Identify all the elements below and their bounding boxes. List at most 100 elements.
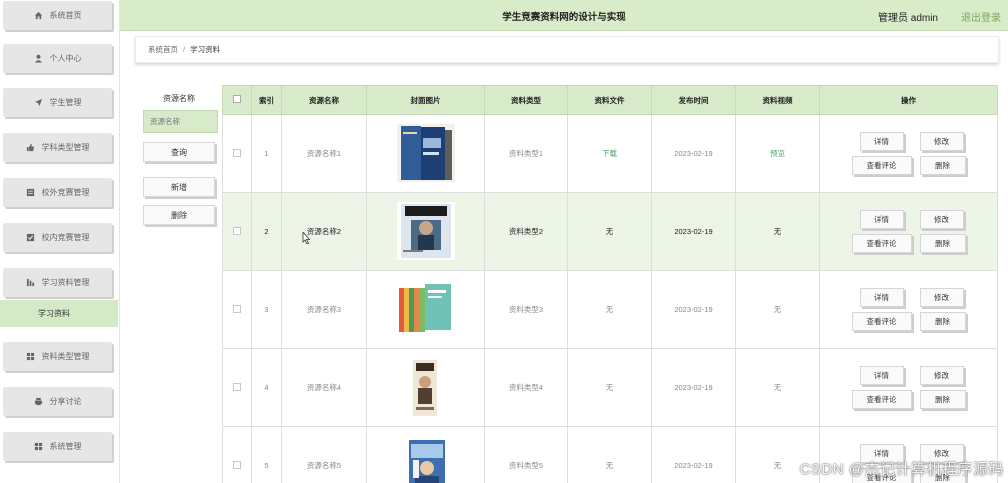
view-comments-button[interactable]: 查看评论 bbox=[851, 312, 912, 331]
edit-button[interactable]: 修改 bbox=[919, 132, 964, 151]
video-cell: 无 bbox=[735, 270, 820, 349]
preview-link[interactable]: 预览 bbox=[770, 149, 785, 158]
column-header[interactable]: 索引 bbox=[251, 85, 282, 115]
breadcrumb-current: 学习资料 bbox=[190, 45, 221, 54]
sidebar-item-system[interactable]: 系统管理 bbox=[3, 432, 112, 461]
filter-name-label: 资源名称 bbox=[163, 94, 195, 103]
sidebar-item-profile[interactable]: 个人中心 bbox=[3, 44, 112, 73]
column-header[interactable]: 封面图片 bbox=[366, 85, 485, 115]
sidebar-item-external-competitions[interactable]: 校外竞赛管理 bbox=[3, 178, 112, 207]
name-cell: 资源名称3 bbox=[281, 270, 367, 349]
row-checkbox[interactable] bbox=[233, 226, 241, 235]
thumb-icon bbox=[26, 143, 36, 153]
table-header-row: 索引 资源名称 封面图片 资料类型 资料文件 发布时间 资料视频 操作 bbox=[222, 85, 998, 115]
select-all-checkbox[interactable] bbox=[233, 95, 241, 103]
type-cell: 资料类型5 bbox=[484, 426, 568, 483]
cover-image bbox=[396, 123, 455, 182]
person-icon bbox=[34, 54, 44, 64]
actions-cell: 详情 修改 查看评论 删除 bbox=[819, 270, 998, 349]
send-icon bbox=[34, 98, 44, 108]
delete-button[interactable]: 删除 bbox=[919, 156, 966, 175]
search-button[interactable]: 查询 bbox=[143, 142, 215, 162]
breadcrumb-separator: / bbox=[183, 45, 186, 54]
sidebar-item-home[interactable]: 系统首页 bbox=[3, 1, 112, 30]
detail-button[interactable]: 详情 bbox=[859, 288, 904, 307]
edit-button[interactable]: 修改 bbox=[919, 210, 964, 229]
column-header[interactable]: 资料文件 bbox=[567, 85, 652, 115]
type-cell: 资料类型4 bbox=[484, 348, 568, 427]
edit-button[interactable]: 修改 bbox=[919, 366, 964, 385]
watermark: CSDN @杰记计算机程序源码 bbox=[799, 461, 1004, 478]
view-comments-button[interactable]: 查看评论 bbox=[851, 234, 912, 253]
view-comments-button[interactable]: 查看评论 bbox=[851, 156, 912, 175]
grid-icon bbox=[34, 442, 44, 452]
logout-link[interactable]: 退出登录 bbox=[961, 9, 1001, 24]
breadcrumb-home[interactable]: 系统首页 bbox=[148, 44, 178, 55]
date-cell: 2023-02-19 bbox=[651, 348, 736, 427]
printer-icon bbox=[34, 397, 44, 407]
sidebar-item-material-types[interactable]: 资料类型管理 bbox=[3, 342, 112, 371]
column-header[interactable]: 资料类型 bbox=[484, 85, 568, 115]
current-user: 管理员 admin bbox=[877, 13, 938, 24]
column-header[interactable]: 资源名称 bbox=[281, 85, 367, 115]
detail-button[interactable]: 详情 bbox=[859, 132, 904, 151]
sidebar-item-students[interactable]: 学生管理 bbox=[3, 88, 112, 117]
sidebar-item-internal-competitions[interactable]: 校内竞赛管理 bbox=[3, 223, 112, 252]
sidebar-item-label: 资料类型管理 bbox=[41, 352, 90, 361]
delete-button[interactable]: 删除 bbox=[919, 234, 966, 253]
add-button[interactable]: 新增 bbox=[143, 177, 215, 197]
index-cell: 5 bbox=[251, 426, 282, 483]
list-icon bbox=[26, 188, 36, 198]
sidebar: 系统首页 个人中心 学生管理 学科类型管理 校外竞赛管理 校内竞赛管理 学习资料… bbox=[0, 0, 120, 483]
download-link[interactable]: 下载 bbox=[602, 149, 617, 158]
cover-cell bbox=[366, 192, 485, 271]
date-cell: 2023-02-19 bbox=[651, 192, 736, 271]
file-cell: 无 bbox=[567, 426, 652, 483]
row-checkbox[interactable] bbox=[233, 304, 241, 313]
cover-image bbox=[396, 357, 455, 416]
sidebar-item-label: 学习资料管理 bbox=[41, 278, 90, 287]
detail-button[interactable]: 详情 bbox=[859, 366, 904, 385]
row-checkbox[interactable] bbox=[233, 148, 241, 157]
sidebar-subitem-study-materials[interactable]: 学习资料 bbox=[0, 300, 118, 327]
sidebar-item-subject-types[interactable]: 学科类型管理 bbox=[3, 133, 112, 162]
delete-button[interactable]: 删除 bbox=[919, 390, 966, 409]
cover-image bbox=[396, 435, 455, 483]
edit-button[interactable]: 修改 bbox=[919, 288, 964, 307]
row-checkbox-cell bbox=[222, 192, 252, 271]
sidebar-item-label: 校内竞赛管理 bbox=[41, 233, 90, 242]
row-checkbox[interactable] bbox=[233, 460, 241, 469]
column-header[interactable]: 资料视频 bbox=[735, 85, 820, 115]
index-cell: 1 bbox=[251, 114, 282, 193]
sidebar-subitem-label: 学习资料 bbox=[38, 309, 70, 318]
cover-image bbox=[396, 279, 455, 338]
delete-button[interactable]: 删除 bbox=[919, 312, 966, 331]
sidebar-item-study-materials[interactable]: 学习资料管理 bbox=[3, 268, 112, 297]
name-cell: 资源名称2 bbox=[281, 192, 367, 271]
view-comments-button[interactable]: 查看评论 bbox=[851, 390, 912, 409]
row-checkbox[interactable] bbox=[233, 382, 241, 391]
home-icon bbox=[34, 11, 44, 21]
table-row[interactable]: 1 资源名称1 资料类型1 下载 2023-02-19 预览 详情 修改 查看评… bbox=[222, 114, 998, 193]
name-cell: 资源名称4 bbox=[281, 348, 367, 427]
row-checkbox-cell bbox=[222, 114, 252, 193]
table-row[interactable]: 2 资源名称2 资料类型2 无 2023-02-19 无 详情 修改 查看评论 bbox=[222, 192, 998, 271]
select-all-cell bbox=[222, 85, 252, 115]
cover-cell bbox=[366, 270, 485, 349]
app-title: 学生竞赛资料网的设计与实现 bbox=[502, 12, 626, 23]
video-cell: 预览 bbox=[735, 114, 820, 193]
text-cursor-icon bbox=[302, 232, 310, 244]
detail-button[interactable]: 详情 bbox=[859, 210, 904, 229]
sidebar-item-label: 系统首页 bbox=[49, 11, 82, 20]
bulk-delete-button[interactable]: 删除 bbox=[143, 205, 215, 225]
column-header[interactable]: 发布时间 bbox=[651, 85, 736, 115]
sidebar-item-discussion[interactable]: 分享讨论 bbox=[3, 387, 112, 416]
index-cell: 3 bbox=[251, 270, 282, 349]
row-checkbox-cell bbox=[222, 426, 252, 483]
resource-name-input[interactable] bbox=[143, 110, 218, 133]
table-row[interactable]: 4 资源名称4 资料类型4 无 2023-02-19 无 详情 修改 查看评论 bbox=[222, 348, 998, 427]
actions-cell: 详情 修改 查看评论 删除 bbox=[819, 192, 998, 271]
type-cell: 资料类型2 bbox=[484, 192, 568, 271]
table-row[interactable]: 3 资源名称3 资料类型3 无 2023-02-19 无 详情 修改 查看评论 bbox=[222, 270, 998, 349]
name-cell: 资源名称1 bbox=[281, 114, 367, 193]
